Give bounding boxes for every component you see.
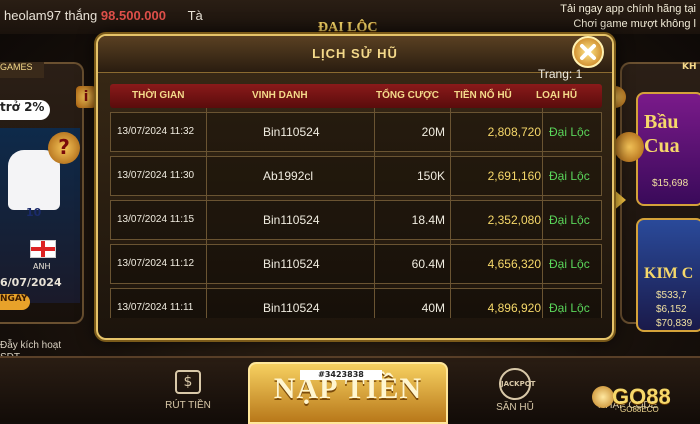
- jackpot-icon: JACKPOT: [499, 368, 535, 400]
- row-type: Đại Lộc: [549, 301, 590, 315]
- modal-title: LỊCH SỬ HŨ: [312, 46, 398, 61]
- column-divider: [450, 108, 451, 318]
- row-name: Bin110524: [263, 257, 320, 271]
- row-time: 13/07/2024 11:32: [117, 126, 195, 137]
- row-bet: 18.4M: [411, 213, 445, 227]
- row-bet: 60.4M: [411, 257, 445, 271]
- row-name: Bin110524: [263, 301, 320, 315]
- jersey-number: 10: [26, 206, 42, 219]
- column-divider: [206, 108, 207, 318]
- promo-line-1: Tải ngay app chính hãng tại: [560, 3, 696, 15]
- kh-tab[interactable]: KH: [682, 62, 697, 72]
- row-type: Đại Lộc: [549, 213, 590, 227]
- col-honor: VINH DANH: [252, 90, 308, 101]
- kim-cuong-title: KIM C: [644, 265, 694, 282]
- row-type: Đại Lộc: [549, 125, 590, 139]
- col-total-bet: TỔNG CƯỢC: [376, 90, 439, 101]
- go88-logo-icon: [592, 386, 614, 408]
- help-icon[interactable]: ?: [48, 132, 80, 164]
- table-row: 13/07/2024 11:12 Bin110524 60.4M 4,656,3…: [110, 244, 602, 284]
- withdraw-label: RÚT TIỀN: [165, 400, 211, 411]
- row-bet: 20M: [421, 125, 445, 139]
- player-name: ANH: [33, 262, 51, 271]
- england-flag-icon: [30, 240, 56, 258]
- ticker-amount: 98.500.000: [100, 8, 166, 23]
- row-bet: 40M: [421, 301, 445, 315]
- games-tab[interactable]: GAMES: [0, 62, 44, 78]
- ticker-username: heolam97: [4, 8, 62, 23]
- kim-amount-3: $70,839: [656, 318, 693, 329]
- row-jackpot: 2,352,080: [487, 213, 541, 227]
- page-indicator: Trang: 1: [538, 67, 583, 81]
- close-icon: [580, 44, 596, 60]
- table-row: 13/07/2024 11:11 Bin110524 40M 4,896,920…: [110, 288, 602, 318]
- row-jackpot: 4,656,320: [487, 257, 541, 271]
- gift-icon[interactable]: [614, 132, 644, 162]
- table-row: 13/07/2024 11:32 Bin110524 20M 2,808,720…: [110, 112, 602, 152]
- col-jackpot-amount: TIỀN NỔ HŨ: [454, 90, 512, 101]
- jackpot-hunt-button[interactable]: JACKPOT SĂN HŨ: [480, 368, 550, 413]
- info-icon[interactable]: i: [76, 86, 96, 108]
- ngay-button[interactable]: NGAY: [0, 294, 30, 310]
- column-divider: [374, 108, 375, 318]
- kim-amount-1: $533,7: [656, 290, 687, 301]
- row-jackpot: 2,691,160: [487, 169, 541, 183]
- close-button[interactable]: [572, 36, 604, 68]
- promo-line-2: Chơi game mượt không l: [573, 18, 696, 30]
- modal-header: LỊCH SỬ HŨ: [98, 36, 612, 73]
- table-row: 13/07/2024 11:30 Ab1992cl 150K 2,691,160…: [110, 156, 602, 196]
- column-divider: [542, 108, 543, 318]
- row-type: Đại Lộc: [549, 169, 590, 183]
- bau-cua-title: Bầu Cua: [644, 111, 680, 157]
- row-type: Đại Lộc: [549, 257, 590, 271]
- row-time: 13/07/2024 11:15: [117, 214, 195, 225]
- next-arrow-icon[interactable]: [612, 188, 626, 212]
- row-time: 13/07/2024 11:30: [117, 170, 195, 181]
- ticker-cut-word: Tà: [187, 8, 203, 23]
- row-jackpot: 2,808,720: [487, 125, 541, 139]
- activation-line-1: Đẫy kích hoạt: [0, 340, 62, 351]
- withdraw-button[interactable]: $ RÚT TIỀN: [150, 370, 226, 411]
- row-name: Ab1992cl: [263, 169, 314, 183]
- col-time: THỜI GIAN: [132, 90, 185, 101]
- row-name: Bin110524: [263, 213, 320, 227]
- history-table: THỜI GIAN VINH DANH TỔNG CƯỢC TIỀN NỔ HŨ…: [110, 84, 602, 318]
- wallet-icon: $: [175, 370, 201, 394]
- user-code: #3423838: [300, 370, 382, 380]
- row-time: 13/07/2024 11:11: [117, 302, 194, 313]
- kim-amount-2: $6,152: [656, 304, 687, 315]
- bau-cua-amount: $15,698: [652, 178, 689, 189]
- row-bet: 150K: [416, 169, 445, 183]
- row-name: Bin110524: [263, 125, 320, 139]
- brand-sub: GO88ECO: [620, 405, 659, 414]
- col-jackpot-type: LOẠI HŨ: [536, 90, 578, 101]
- jackpot-hunt-label: SĂN HŨ: [496, 402, 534, 413]
- table-row: 13/07/2024 11:15 Bin110524 18.4M 2,352,0…: [110, 200, 602, 240]
- table-header: THỜI GIAN VINH DANH TỔNG CƯỢC TIỀN NỔ HŨ…: [110, 84, 602, 108]
- promo-pill[interactable]: trở 2%: [0, 100, 50, 120]
- row-time: 13/07/2024 11:12: [117, 258, 195, 269]
- event-date: 6/07/2024: [0, 276, 62, 289]
- row-jackpot: 4,896,920: [487, 301, 541, 315]
- ticker-text: heolam97 thắng 98.500.000 Tà: [4, 8, 203, 23]
- jackpot-history-modal: LỊCH SỬ HŨ Trang: 1 THỜI GIAN VINH DANH …: [96, 34, 614, 340]
- ticker-verb: thắng: [64, 8, 98, 23]
